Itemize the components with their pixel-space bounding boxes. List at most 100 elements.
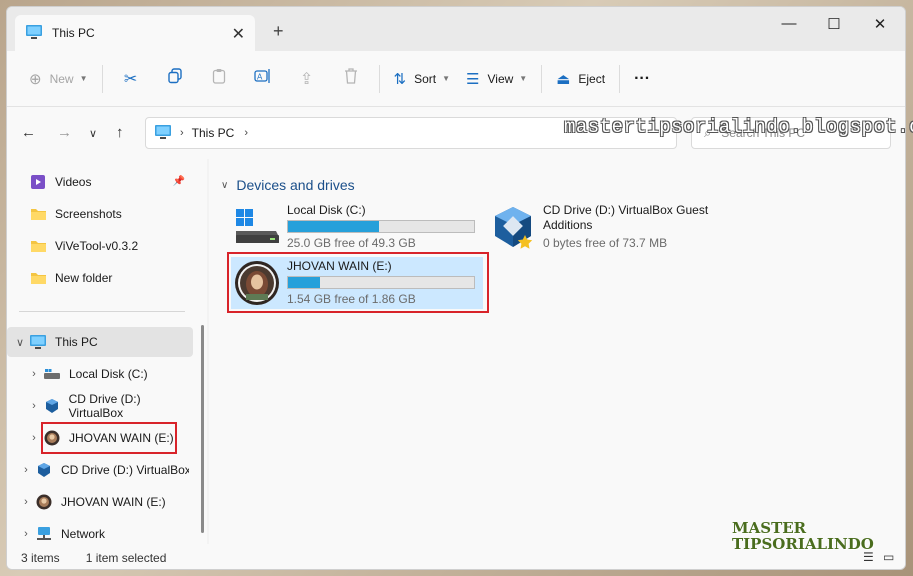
- watermark-logo-line2: TIPSORIALINDO: [732, 535, 874, 553]
- virtualbox-icon: [41, 398, 63, 414]
- sidebar-item-local-disk[interactable]: › Local Disk (C:): [7, 359, 197, 389]
- new-tab-button[interactable]: +: [273, 21, 284, 42]
- sidebar-item-new-folder[interactable]: New folder: [7, 263, 197, 293]
- more-options-button[interactable]: ···: [626, 63, 658, 95]
- network-icon: [33, 526, 55, 542]
- tiles-view-icon[interactable]: ▭: [883, 550, 894, 564]
- rename-button[interactable]: A: [241, 63, 285, 95]
- chevron-down-icon: ▼: [79, 74, 88, 83]
- sidebar-item-label: This PC: [55, 335, 98, 349]
- sidebar-item-label: ViVeTool-v0.3.2: [55, 239, 139, 253]
- sidebar-item-label: Local Disk (C:): [69, 367, 148, 381]
- copy-icon: [167, 68, 183, 89]
- toolbar-divider: [101, 64, 103, 93]
- navigation-pane: Videos 📌 Screenshots ViVeTool-v0.3.2 New…: [7, 159, 207, 544]
- sidebar-scrollbar[interactable]: [201, 325, 204, 533]
- sidebar-item-cd-drive-root[interactable]: › CD Drive (D:) VirtualBox G: [7, 455, 197, 485]
- paste-button[interactable]: [197, 63, 241, 95]
- toolbar-divider: [541, 64, 543, 93]
- breadcrumb-this-pc[interactable]: This PC: [192, 126, 235, 140]
- monitor-icon: [25, 24, 43, 43]
- scissors-icon: ✂: [123, 70, 138, 88]
- breadcrumb-chevron-icon[interactable]: ›: [244, 127, 248, 139]
- sidebar-item-screenshots[interactable]: Screenshots: [7, 199, 197, 229]
- new-button[interactable]: ⊕ New ▼: [21, 63, 96, 95]
- sidebar-item-label: New folder: [55, 271, 113, 285]
- chevron-right-icon[interactable]: ›: [19, 464, 33, 476]
- drive-name: Local Disk (C:): [287, 203, 366, 217]
- group-header-devices[interactable]: ∨ Devices and drives: [221, 177, 355, 193]
- breadcrumb-chevron-icon[interactable]: ›: [180, 127, 184, 139]
- folder-icon: [27, 271, 49, 285]
- view-button[interactable]: ☰ View ▼: [458, 63, 535, 95]
- cut-button[interactable]: ✂: [109, 63, 153, 95]
- group-title: Devices and drives: [236, 177, 355, 193]
- avatar-drive-icon: [33, 494, 55, 510]
- eject-label: Eject: [578, 71, 606, 86]
- monitor-icon: [154, 124, 172, 143]
- sidebar-item-this-pc[interactable]: ∨ This PC: [7, 327, 193, 357]
- trash-icon: [344, 68, 358, 89]
- recent-locations-chevron-icon[interactable]: ∨: [89, 127, 97, 140]
- sidebar-item-videos[interactable]: Videos 📌: [7, 167, 197, 197]
- videos-folder-icon: [27, 174, 49, 190]
- close-button[interactable]: ✕: [865, 15, 895, 33]
- maximize-button[interactable]: ☐: [819, 15, 849, 33]
- delete-button[interactable]: [329, 63, 373, 95]
- sidebar-item-vivetool[interactable]: ViVeTool-v0.3.2: [7, 231, 197, 261]
- toolbar-divider: [619, 64, 621, 93]
- content-pane: ∨ Devices and drives Local Disk (C:) 25.…: [209, 159, 905, 544]
- chevron-down-icon[interactable]: ∨: [221, 180, 228, 191]
- sidebar-divider: [19, 311, 185, 312]
- storage-bar-fill: [288, 221, 380, 232]
- rename-icon: A: [253, 68, 272, 89]
- minimize-button[interactable]: —: [774, 15, 804, 32]
- chevron-right-icon[interactable]: ›: [19, 528, 33, 540]
- tab-title: This PC: [52, 26, 95, 40]
- tab-this-pc[interactable]: This PC ✕: [15, 15, 255, 51]
- view-layout-icon: ☰: [466, 70, 480, 88]
- sidebar-item-label: Screenshots: [55, 207, 122, 221]
- pin-icon[interactable]: 📌: [173, 176, 185, 187]
- chevron-down-icon[interactable]: ∨: [13, 336, 27, 349]
- view-label: View: [487, 71, 514, 86]
- watermark-logo-line1: MASTER: [732, 519, 807, 537]
- sidebar-item-label: CD Drive (D:) VirtualBox: [68, 392, 141, 420]
- sidebar-item-label: Videos: [55, 175, 92, 189]
- svg-text:A: A: [257, 73, 263, 82]
- sidebar-item-jhovan-wain-root[interactable]: › JHOVAN WAIN (E:): [7, 487, 197, 517]
- tab-close-icon[interactable]: ✕: [232, 24, 245, 44]
- monitor-icon: [27, 334, 49, 350]
- share-button[interactable]: ⇪: [285, 63, 329, 95]
- sidebar-item-cd-drive[interactable]: › CD Drive (D:) VirtualBox: [7, 391, 197, 421]
- sort-label: Sort: [414, 71, 437, 86]
- copy-button[interactable]: [153, 63, 197, 95]
- forward-arrow-icon[interactable]: →: [57, 124, 72, 141]
- file-explorer-window: This PC ✕ + — ☐ ✕ ⊕ New ▼ ✂ A ⇪ ⇅ Sort ▼…: [6, 6, 906, 570]
- item-count: 3 items: [21, 550, 60, 565]
- folder-icon: [27, 207, 49, 221]
- drive-tile-local-disk[interactable]: Local Disk (C:) 25.0 GB free of 49.3 GB: [231, 201, 481, 253]
- sort-button[interactable]: ⇅ Sort ▼: [386, 63, 459, 95]
- back-arrow-icon[interactable]: ←: [21, 124, 36, 141]
- drive-info: Local Disk (C:) 25.0 GB free of 49.3 GB: [287, 203, 475, 251]
- command-bar: ⊕ New ▼ ✂ A ⇪ ⇅ Sort ▼ ☰ View ▼ ⏏ Eject …: [7, 51, 905, 107]
- drive-icon: [41, 368, 63, 380]
- highlight-box: [227, 252, 489, 313]
- toolbar-divider: [378, 64, 380, 93]
- chevron-down-icon: ▼: [519, 74, 528, 83]
- drive-free-space: 25.0 GB free of 49.3 GB: [287, 236, 416, 250]
- clipboard-icon: [211, 68, 227, 89]
- drive-free-space: 0 bytes free of 73.7 MB: [543, 236, 668, 250]
- new-label: New: [49, 71, 74, 86]
- selection-count: 1 item selected: [85, 550, 167, 565]
- drive-info: CD Drive (D:) VirtualBox Guest Additions…: [543, 203, 723, 251]
- up-arrow-icon[interactable]: ↑: [116, 124, 124, 141]
- chevron-right-icon[interactable]: ›: [27, 400, 41, 412]
- watermark-logo: MASTER TIPSORIALINDO: [732, 520, 874, 552]
- chevron-right-icon[interactable]: ›: [27, 368, 41, 380]
- drive-tile-cd-drive[interactable]: CD Drive (D:) VirtualBox Guest Additions…: [487, 201, 737, 253]
- eject-button[interactable]: ⏏ Eject: [548, 63, 613, 95]
- chevron-right-icon[interactable]: ›: [27, 432, 41, 444]
- chevron-right-icon[interactable]: ›: [19, 496, 33, 508]
